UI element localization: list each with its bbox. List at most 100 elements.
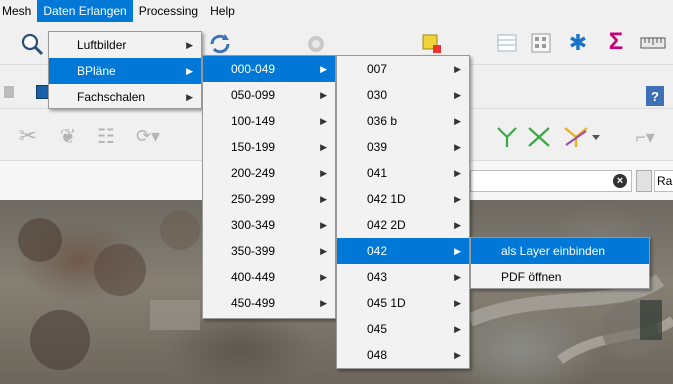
search-input[interactable]: ×	[470, 170, 632, 192]
menu-item-plan[interactable]: 039 ▶	[337, 134, 469, 160]
menu-item-plan[interactable]: 042 ▶	[337, 238, 469, 264]
chevron-right-icon: ▶	[454, 194, 461, 204]
menu-item-fachschalen[interactable]: Fachschalen ▶	[49, 84, 201, 110]
menu-item-range[interactable]: 450-499 ▶	[203, 290, 335, 316]
menu-item-label: 450-499	[231, 296, 276, 310]
menu-item-label: 045	[367, 322, 388, 336]
menu-bar: Mesh Daten Erlangen Processing Help	[0, 0, 673, 22]
chevron-right-icon: ▶	[320, 90, 327, 100]
chevron-right-icon: ▶	[320, 246, 327, 256]
menu-item-plan[interactable]: 030 ▶	[337, 82, 469, 108]
menu-item-label: 048	[367, 348, 388, 362]
chevron-right-icon: ▶	[454, 142, 461, 152]
chevron-right-icon: ▶	[454, 272, 461, 282]
attribute-table-icon[interactable]	[496, 32, 518, 54]
menu-processing[interactable]: Processing	[133, 0, 204, 22]
menu-daten-erlangen-dropdown: Luftbilder ▶ BPläne ▶ Fachschalen ▶	[48, 31, 202, 109]
menu-item-label: 041	[367, 166, 388, 180]
menu-daten-erlangen[interactable]: Daten Erlangen	[37, 0, 133, 22]
menu-item-label: 043	[367, 270, 388, 284]
menu-item-open-pdf[interactable]: PDF öffnen	[471, 264, 649, 290]
chevron-right-icon: ▶	[454, 90, 461, 100]
menu-item-label: 042 1D	[367, 192, 406, 206]
menu-item-label: 250-299	[231, 192, 276, 206]
chevron-right-icon: ▶	[454, 246, 461, 256]
menu-item-plan[interactable]: 007 ▶	[337, 56, 469, 82]
delete-part-icon[interactable]	[524, 123, 554, 151]
menu-item-range[interactable]: 200-249 ▶	[203, 160, 335, 186]
menu-item-luftbilder[interactable]: Luftbilder ▶	[49, 32, 201, 58]
menu-item-label: BPläne	[77, 64, 116, 78]
chevron-right-icon: ▶	[454, 220, 461, 230]
menu-item-label: 000-049	[231, 62, 276, 76]
menu-help[interactable]: Help	[204, 0, 241, 22]
shape-tool-icon[interactable]: ⌐▾	[620, 123, 670, 151]
intersect-tool-icon[interactable]	[560, 123, 604, 151]
chevron-right-icon: ▶	[454, 324, 461, 334]
menu-item-range[interactable]: 150-199 ▶	[203, 134, 335, 160]
menu-item-label: Fachschalen	[77, 90, 146, 104]
menu-item-plan[interactable]: 045 ▶	[337, 316, 469, 342]
measure-icon[interactable]	[640, 32, 666, 54]
split-tool-icon[interactable]: ☷	[92, 123, 120, 149]
menu-item-label: als Layer einbinden	[501, 244, 606, 258]
digitize-line-icon[interactable]	[492, 123, 522, 151]
search-extra-button[interactable]: Ra	[654, 170, 673, 192]
select-feature-icon[interactable]	[420, 32, 444, 56]
rotate-tool-icon[interactable]: ⟳▾	[130, 123, 166, 149]
menu-item-range[interactable]: 300-349 ▶	[203, 212, 335, 238]
chevron-right-icon: ▶	[320, 142, 327, 152]
menu-item-plan[interactable]: 042 1D ▶	[337, 186, 469, 212]
vertex-tool-icon[interactable]: ❦	[54, 123, 82, 149]
chevron-right-icon: ▶	[320, 272, 327, 282]
menu-item-label: 100-149	[231, 114, 276, 128]
menu-item-label: 036 b	[367, 114, 398, 128]
menu-plan-numbers-dropdown: 007 ▶ 030 ▶ 036 b ▶ 039 ▶ 041 ▶ 042 1D ▶ 042 2…	[336, 55, 470, 369]
menu-item-plan[interactable]: 042 2D ▶	[337, 212, 469, 238]
menu-item-label: 350-399	[231, 244, 276, 258]
magnifier-icon[interactable]	[18, 30, 46, 58]
chevron-right-icon: ▶	[186, 40, 193, 50]
sum-icon[interactable]: Σ	[604, 28, 628, 55]
menu-item-label: 030	[367, 88, 388, 102]
clear-icon[interactable]: ×	[613, 174, 627, 188]
menu-item-range[interactable]: 250-299 ▶	[203, 186, 335, 212]
menu-plan-actions-dropdown: als Layer einbinden PDF öffnen	[470, 237, 650, 289]
layer-icon[interactable]	[2, 83, 16, 101]
help-icon[interactable]: ?	[646, 86, 664, 106]
refresh-icon[interactable]	[206, 30, 234, 58]
menu-item-label: 050-099	[231, 88, 276, 102]
node-tool-icon[interactable]: ✂	[14, 123, 42, 149]
menu-item-plan[interactable]: 036 b ▶	[337, 108, 469, 134]
chevron-right-icon: ▶	[320, 194, 327, 204]
menu-item-plan[interactable]: 048 ▶	[337, 342, 469, 368]
menu-item-plan[interactable]: 041 ▶	[337, 160, 469, 186]
menu-item-range[interactable]: 350-399 ▶	[203, 238, 335, 264]
menu-item-label: 042 2D	[367, 218, 406, 232]
chevron-right-icon: ▶	[454, 64, 461, 74]
menu-item-label: 045 1D	[367, 296, 406, 310]
menu-mesh[interactable]: Mesh	[0, 0, 37, 22]
menu-item-range[interactable]: 000-049 ▶	[203, 56, 335, 82]
menu-item-range[interactable]: 050-099 ▶	[203, 82, 335, 108]
menu-item-label: 300-349	[231, 218, 276, 232]
chevron-right-icon: ▶	[320, 220, 327, 230]
menu-item-label: 039	[367, 140, 388, 154]
menu-item-label: 007	[367, 62, 388, 76]
menu-item-add-as-layer[interactable]: als Layer einbinden	[471, 238, 649, 264]
gear-icon[interactable]: ✱	[566, 30, 590, 55]
menu-item-range[interactable]: 400-449 ▶	[203, 264, 335, 290]
field-calculator-icon[interactable]	[530, 32, 552, 54]
menu-item-label: PDF öffnen	[501, 270, 562, 284]
menu-item-plan[interactable]: 045 1D ▶	[337, 290, 469, 316]
menu-item-plan[interactable]: 043 ▶	[337, 264, 469, 290]
menu-item-label: 150-199	[231, 140, 276, 154]
menu-item-range[interactable]: 100-149 ▶	[203, 108, 335, 134]
layer-select-icon[interactable]	[636, 170, 652, 192]
identify-icon[interactable]	[304, 32, 328, 56]
chevron-right-icon: ▶	[320, 116, 327, 126]
menu-item-label: 200-249	[231, 166, 276, 180]
menu-item-label: Luftbilder	[77, 38, 127, 52]
menu-item-bplaene[interactable]: BPläne ▶	[49, 58, 201, 84]
chevron-right-icon: ▶	[320, 168, 327, 178]
